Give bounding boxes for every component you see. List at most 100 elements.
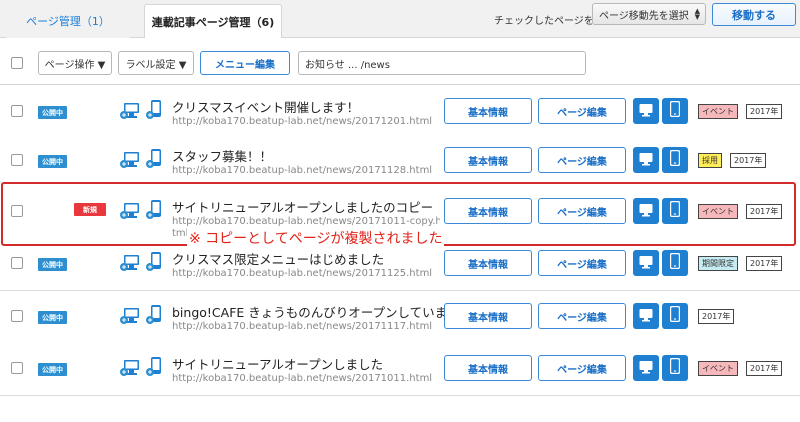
copy-annotation: ※ コピーとしてページが複製されました xyxy=(187,228,445,248)
page-operations-button[interactable]: ページ操作 ▼ xyxy=(38,51,112,75)
monitor-icon xyxy=(639,102,653,121)
sp-view-button[interactable] xyxy=(662,355,688,381)
label-tag: 採用 xyxy=(698,153,722,168)
label-tag: 2017年 xyxy=(746,204,783,219)
smartphone-preview-icon[interactable] xyxy=(146,305,162,325)
smartphone-icon xyxy=(669,100,681,121)
row-checkbox[interactable] xyxy=(11,257,23,269)
tab-serial-article-management[interactable]: 連載記事ページ管理（6) xyxy=(144,4,282,39)
row-checkbox[interactable] xyxy=(11,205,23,217)
page-edit-button[interactable]: ページ編集 xyxy=(538,98,626,124)
monitor-icon xyxy=(639,151,653,170)
pc-view-button[interactable] xyxy=(633,303,659,329)
pc-preview-icon[interactable] xyxy=(120,359,140,377)
smartphone-icon xyxy=(669,149,681,170)
page-title[interactable]: bingo!CAFE きょうものんびりオープンしています xyxy=(172,302,460,321)
basic-info-button[interactable]: 基本情報 xyxy=(444,303,532,329)
pc-preview-icon[interactable] xyxy=(120,102,140,120)
pc-view-button[interactable] xyxy=(633,147,659,173)
page-edit-button[interactable]: ページ編集 xyxy=(538,303,626,329)
status-badge: 公開中 xyxy=(38,258,67,271)
tab-bar: ページ管理（1） 連載記事ページ管理（6) チェックしたページを ページ移動先を… xyxy=(0,0,800,39)
sp-view-button[interactable] xyxy=(662,250,688,276)
row-checkbox[interactable] xyxy=(11,105,23,117)
basic-info-button[interactable]: 基本情報 xyxy=(444,98,532,124)
pc-preview-icon[interactable] xyxy=(120,151,140,169)
pc-view-button[interactable] xyxy=(633,250,659,276)
smartphone-icon xyxy=(669,252,681,273)
toolbar: ページ操作 ▼ ラベル設定 ▼ メニュー編集 お知らせ ... /news xyxy=(0,38,800,85)
table-row: 公開中 サイトリニューアルオープンしました http://koba170.beatu… xyxy=(0,343,800,396)
row-checkbox[interactable] xyxy=(11,362,23,374)
page-manager: ページ管理（1） 連載記事ページ管理（6) チェックしたページを ページ移動先を… xyxy=(0,0,800,422)
status-badge: 公開中 xyxy=(38,106,67,119)
label-tag: 2017年 xyxy=(698,309,735,324)
page-url: http://koba170.beatup-lab.net/news/20171… xyxy=(172,216,440,227)
tab-page-management[interactable]: ページ管理（1） xyxy=(6,4,130,38)
label-tag: イベント xyxy=(698,204,738,219)
move-button[interactable]: 移動する xyxy=(712,3,796,26)
pc-view-button[interactable] xyxy=(633,355,659,381)
move-label: チェックしたページを xyxy=(494,16,594,27)
page-edit-button[interactable]: ページ編集 xyxy=(538,250,626,276)
smartphone-icon xyxy=(669,200,681,221)
page-title[interactable]: クリスマスイベント開催します！ xyxy=(172,97,359,116)
sp-view-button[interactable] xyxy=(662,303,688,329)
sp-view-button[interactable] xyxy=(662,147,688,173)
label-settings-button[interactable]: ラベル設定 ▼ xyxy=(118,51,194,75)
row-checkbox[interactable] xyxy=(11,310,23,322)
table-row: 公開中 bingo!CAFE きょうものんびりオープンしています http://ko… xyxy=(0,291,800,344)
row-checkbox[interactable] xyxy=(11,154,23,166)
pc-view-button[interactable] xyxy=(633,98,659,124)
basic-info-button[interactable]: 基本情報 xyxy=(444,355,532,381)
pc-preview-icon[interactable] xyxy=(120,254,140,272)
smartphone-preview-icon[interactable] xyxy=(146,252,162,272)
select-all-checkbox[interactable] xyxy=(11,57,23,69)
page-edit-button[interactable]: ページ編集 xyxy=(538,355,626,381)
page-url: http://koba170.beatup-lab.net/news/20171… xyxy=(172,268,433,279)
monitor-icon xyxy=(639,254,653,273)
menu-edit-button[interactable]: メニュー編集 xyxy=(200,51,290,75)
monitor-icon xyxy=(639,359,653,378)
page-url: http://koba170.beatup-lab.net/news/20171… xyxy=(172,373,433,384)
page-url: http://koba170.beatup-lab.net/news/20171… xyxy=(172,165,433,176)
pc-preview-icon[interactable] xyxy=(120,202,140,220)
status-badge: 公開中 xyxy=(38,155,67,168)
page-edit-button[interactable]: ページ編集 xyxy=(538,198,626,224)
page-edit-button[interactable]: ページ編集 xyxy=(538,147,626,173)
smartphone-preview-icon[interactable] xyxy=(146,200,162,220)
smartphone-icon xyxy=(669,357,681,378)
status-badge: 公開中 xyxy=(38,363,67,376)
label-tag: イベント xyxy=(698,104,738,119)
smartphone-preview-icon[interactable] xyxy=(146,100,162,120)
label-tag: 2017年 xyxy=(746,361,783,376)
label-tag: 期間限定 xyxy=(698,256,738,271)
basic-info-button[interactable]: 基本情報 xyxy=(444,147,532,173)
basic-info-button[interactable]: 基本情報 xyxy=(444,198,532,224)
basic-info-button[interactable]: 基本情報 xyxy=(444,250,532,276)
label-tag: 2017年 xyxy=(746,104,783,119)
move-destination-value: ページ移動先を選択 xyxy=(599,10,689,22)
sp-view-button[interactable] xyxy=(662,98,688,124)
page-title[interactable]: スタッフ募集！！ xyxy=(172,146,272,165)
page-url: http://koba170.beatup-lab.net/news/20171… xyxy=(172,116,433,127)
page-title[interactable]: クリスマス限定メニューはじめました xyxy=(172,249,384,268)
table-row: 公開中 クリスマスイベント開催します！ http://koba170.beatup-… xyxy=(0,86,800,139)
select-arrows-icon: ▲ ▼ xyxy=(694,7,700,21)
monitor-icon xyxy=(639,202,653,221)
label-tag: 2017年 xyxy=(730,153,767,168)
status-badge: 公開中 xyxy=(38,311,67,324)
move-destination-select[interactable]: ページ移動先を選択 ▲ ▼ xyxy=(592,3,706,25)
page-url: http://koba170.beatup-lab.net/news/20171… xyxy=(172,321,433,332)
smartphone-preview-icon[interactable] xyxy=(146,357,162,377)
sp-view-button[interactable] xyxy=(662,198,688,224)
label-tag: イベント xyxy=(698,361,738,376)
pc-view-button[interactable] xyxy=(633,198,659,224)
monitor-icon xyxy=(639,307,653,326)
pc-preview-icon[interactable] xyxy=(120,307,140,325)
smartphone-preview-icon[interactable] xyxy=(146,149,162,169)
path-filter-input[interactable]: お知らせ ... /news xyxy=(298,51,586,75)
status-badge: 新規 xyxy=(74,203,106,216)
page-title[interactable]: サイトリニューアルオープンしました xyxy=(172,354,383,373)
page-title[interactable]: サイトリニューアルオープンしましたのコピー xyxy=(172,197,433,216)
